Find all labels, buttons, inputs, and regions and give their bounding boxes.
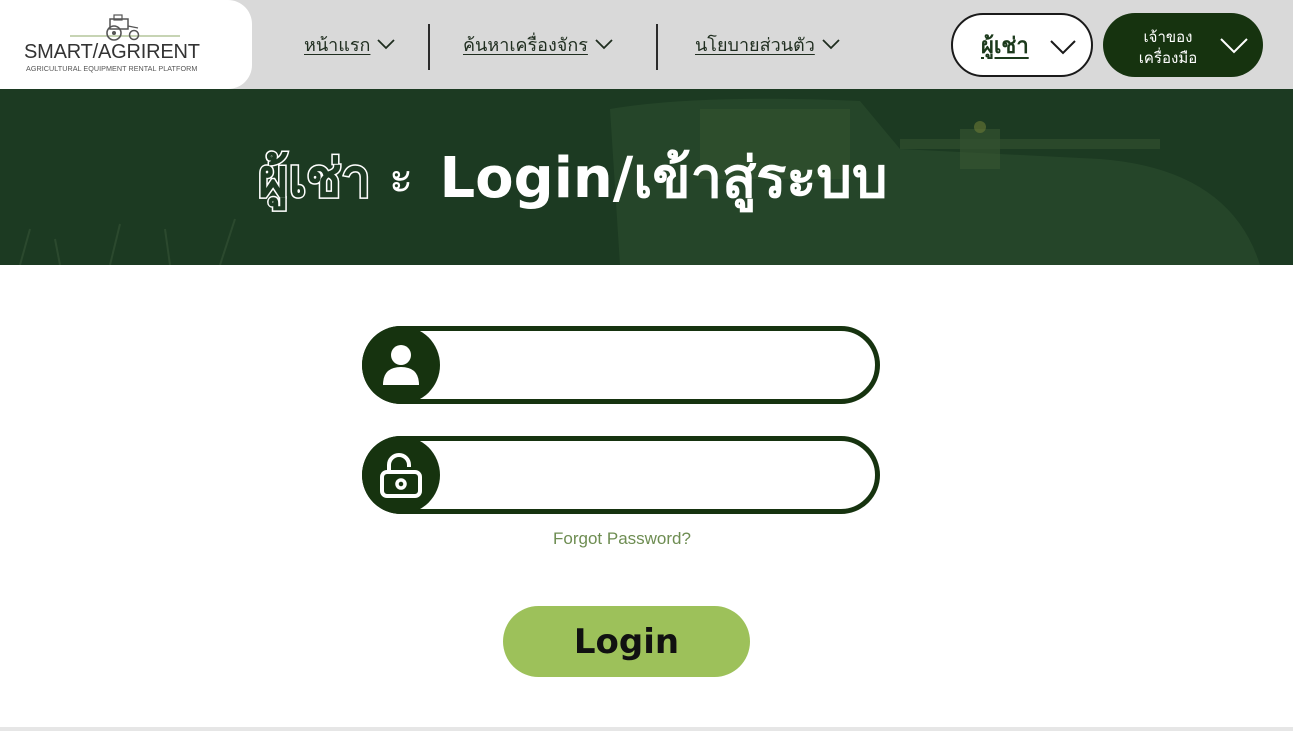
nav-item-search-machines[interactable]: ค้นหาเครื่องจักร [463,28,614,60]
chevron-down-icon [1050,40,1076,55]
tractor-logo-icon [70,14,180,41]
nav-divider [656,24,658,70]
owner-role-label-line2: เครื่องมือ [1138,49,1198,67]
nav-divider [428,24,430,70]
nav-item-label: ค้นหาเครื่องจักร [463,34,588,56]
chevron-down-icon [377,39,396,50]
nav-item-privacy-policy[interactable]: นโยบายส่วนตัว [695,28,841,60]
password-input[interactable] [455,455,855,495]
heading-role: ผู้เช่า [257,147,373,210]
login-button[interactable]: Login [503,606,750,677]
forgot-password-link[interactable]: Forgot Password? [553,529,713,549]
renter-role-button[interactable]: ผู้เช่า [951,13,1093,77]
heading-separator: ะ [388,149,414,204]
unlock-icon [362,436,440,514]
user-icon [362,326,440,404]
renter-role-label: ผู้เช่า [981,33,1029,59]
top-nav-bar: SMART/AGRIRENT AGRICULTURAL EQUIPMENT RE… [0,0,1293,89]
heading-title: Login/เข้าสู่ระบบ [439,145,888,211]
logo[interactable]: SMART/AGRIRENT AGRICULTURAL EQUIPMENT RE… [0,0,252,89]
logo-tagline: AGRICULTURAL EQUIPMENT RENTAL PLATFORM [26,64,198,73]
username-input[interactable] [455,345,855,385]
chevron-down-icon [1220,38,1248,54]
hero-banner: ผู้เช่า ะ Login/เข้าสู่ระบบ [0,89,1293,265]
logo-name: SMART/AGRIRENT [24,41,200,63]
footer-divider [0,727,1293,731]
chevron-down-icon [595,39,613,50]
page-heading: ผู้เช่า ะ Login/เข้าสู่ระบบ [257,137,888,217]
nav-item-label: หน้าแรก [304,34,371,56]
nav-item-label: นโยบายส่วนตัว [695,34,815,56]
nav-item-home[interactable]: หน้าแรก [304,28,396,60]
owner-role-button[interactable]: เจ้าของ เครื่องมือ [1103,13,1263,77]
password-field [362,436,880,514]
username-field [362,326,880,404]
chevron-down-icon [822,39,840,50]
login-button-label: Login [573,621,680,662]
